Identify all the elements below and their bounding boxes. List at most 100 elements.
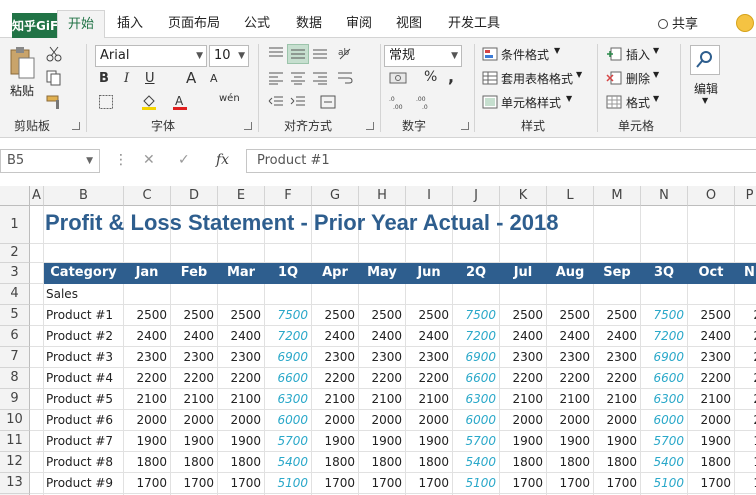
grid-cell[interactable]: [688, 284, 735, 305]
header-cell[interactable]: Aug: [547, 263, 594, 284]
value-cell[interactable]: 1700: [359, 473, 406, 494]
product-name-cell[interactable]: Product #7: [44, 431, 124, 452]
grid-cell[interactable]: [30, 263, 44, 284]
value-cell[interactable]: 2200: [594, 368, 641, 389]
value-cell[interactable]: 1700: [218, 473, 265, 494]
value-cell[interactable]: 1800: [218, 452, 265, 473]
product-name-cell[interactable]: Product #3: [44, 347, 124, 368]
value-cell[interactable]: 2: [735, 305, 756, 326]
quarter-total-cell[interactable]: 6000: [453, 410, 500, 431]
value-cell[interactable]: 1800: [594, 452, 641, 473]
header-cell[interactable]: Sep: [594, 263, 641, 284]
grid-cell[interactable]: [124, 244, 171, 263]
grid-cell[interactable]: [688, 206, 735, 244]
row-header[interactable]: 1: [0, 206, 30, 244]
quarter-total-cell[interactable]: 5100: [265, 473, 312, 494]
quarter-total-cell[interactable]: 5700: [641, 431, 688, 452]
value-cell[interactable]: 2000: [359, 410, 406, 431]
grid-cell[interactable]: [594, 284, 641, 305]
value-cell[interactable]: 2400: [406, 326, 453, 347]
grid-cell[interactable]: [265, 284, 312, 305]
grid-cell[interactable]: [265, 244, 312, 263]
header-cell[interactable]: Oct: [688, 263, 735, 284]
quarter-total-cell[interactable]: 6900: [265, 347, 312, 368]
value-cell[interactable]: 2300: [594, 347, 641, 368]
value-cell[interactable]: 1900: [359, 431, 406, 452]
value-cell[interactable]: 1900: [312, 431, 359, 452]
value-cell[interactable]: 1800: [688, 452, 735, 473]
value-cell[interactable]: 1800: [124, 452, 171, 473]
value-cell[interactable]: 2000: [688, 410, 735, 431]
value-cell[interactable]: 2100: [406, 389, 453, 410]
value-cell[interactable]: 2000: [406, 410, 453, 431]
grid-cell[interactable]: [171, 284, 218, 305]
grow-font-button[interactable]: A: [186, 69, 196, 87]
value-cell[interactable]: 2500: [359, 305, 406, 326]
quarter-total-cell[interactable]: 5700: [453, 431, 500, 452]
grid-cell[interactable]: [30, 347, 44, 368]
grid-cell[interactable]: [30, 389, 44, 410]
grid-cell[interactable]: [359, 244, 406, 263]
value-cell[interactable]: 2300: [124, 347, 171, 368]
quarter-total-cell[interactable]: 6600: [641, 368, 688, 389]
format-painter-icon[interactable]: [46, 94, 64, 110]
value-cell[interactable]: 2500: [500, 305, 547, 326]
product-name-cell[interactable]: Product #9: [44, 473, 124, 494]
align-middle-button[interactable]: [287, 44, 309, 64]
header-cell[interactable]: Jul: [500, 263, 547, 284]
value-cell[interactable]: 1900: [218, 431, 265, 452]
header-cell[interactable]: Apr: [312, 263, 359, 284]
grid-cell[interactable]: [218, 244, 265, 263]
font-size-select[interactable]: 10 ▼: [209, 45, 249, 67]
value-cell[interactable]: 2000: [547, 410, 594, 431]
value-cell[interactable]: 2500: [688, 305, 735, 326]
value-cell[interactable]: 2100: [359, 389, 406, 410]
column-header[interactable]: M: [594, 186, 641, 206]
column-header[interactable]: F: [265, 186, 312, 206]
value-cell[interactable]: 2400: [594, 326, 641, 347]
grid-cell[interactable]: [218, 284, 265, 305]
tab-page-layout[interactable]: 页面布局: [168, 10, 220, 38]
grid-cell[interactable]: [500, 244, 547, 263]
column-header[interactable]: C: [124, 186, 171, 206]
grid-cell[interactable]: [594, 244, 641, 263]
quarter-total-cell[interactable]: 5400: [453, 452, 500, 473]
header-cell[interactable]: Jan: [124, 263, 171, 284]
quarter-total-cell[interactable]: 6600: [265, 368, 312, 389]
value-cell[interactable]: 2000: [124, 410, 171, 431]
column-header[interactable]: A: [30, 186, 44, 206]
grid-cell[interactable]: [30, 305, 44, 326]
grid-cell[interactable]: [406, 244, 453, 263]
value-cell[interactable]: 2100: [500, 389, 547, 410]
product-name-cell[interactable]: Product #5: [44, 389, 124, 410]
value-cell[interactable]: 2000: [171, 410, 218, 431]
feedback-smiley-icon[interactable]: [736, 14, 754, 32]
number-format-select[interactable]: 常规 ▼: [384, 45, 462, 67]
grid-cell[interactable]: [547, 244, 594, 263]
value-cell[interactable]: 1800: [171, 452, 218, 473]
align-top-icon[interactable]: [268, 46, 284, 60]
formula-input[interactable]: Product #1: [246, 149, 756, 173]
header-cell[interactable]: 2Q: [453, 263, 500, 284]
value-cell[interactable]: 2000: [312, 410, 359, 431]
grid-cell[interactable]: [30, 326, 44, 347]
header-cell[interactable]: May: [359, 263, 406, 284]
tab-view[interactable]: 视图: [396, 10, 422, 38]
grid-cell[interactable]: [30, 410, 44, 431]
product-name-cell[interactable]: Product #1: [44, 305, 124, 326]
value-cell[interactable]: 1900: [124, 431, 171, 452]
row-header[interactable]: 3: [0, 263, 30, 284]
column-header[interactable]: O: [688, 186, 735, 206]
value-cell[interactable]: 1900: [500, 431, 547, 452]
column-header[interactable]: E: [218, 186, 265, 206]
value-cell[interactable]: 2100: [218, 389, 265, 410]
column-header[interactable]: I: [406, 186, 453, 206]
grid-cell[interactable]: [641, 206, 688, 244]
cut-icon[interactable]: [46, 46, 62, 62]
underline-button[interactable]: U: [145, 71, 155, 86]
value-cell[interactable]: 1: [735, 452, 756, 473]
fill-color-icon[interactable]: [141, 93, 157, 111]
value-cell[interactable]: 1700: [312, 473, 359, 494]
quarter-total-cell[interactable]: 6300: [641, 389, 688, 410]
value-cell[interactable]: 2500: [594, 305, 641, 326]
